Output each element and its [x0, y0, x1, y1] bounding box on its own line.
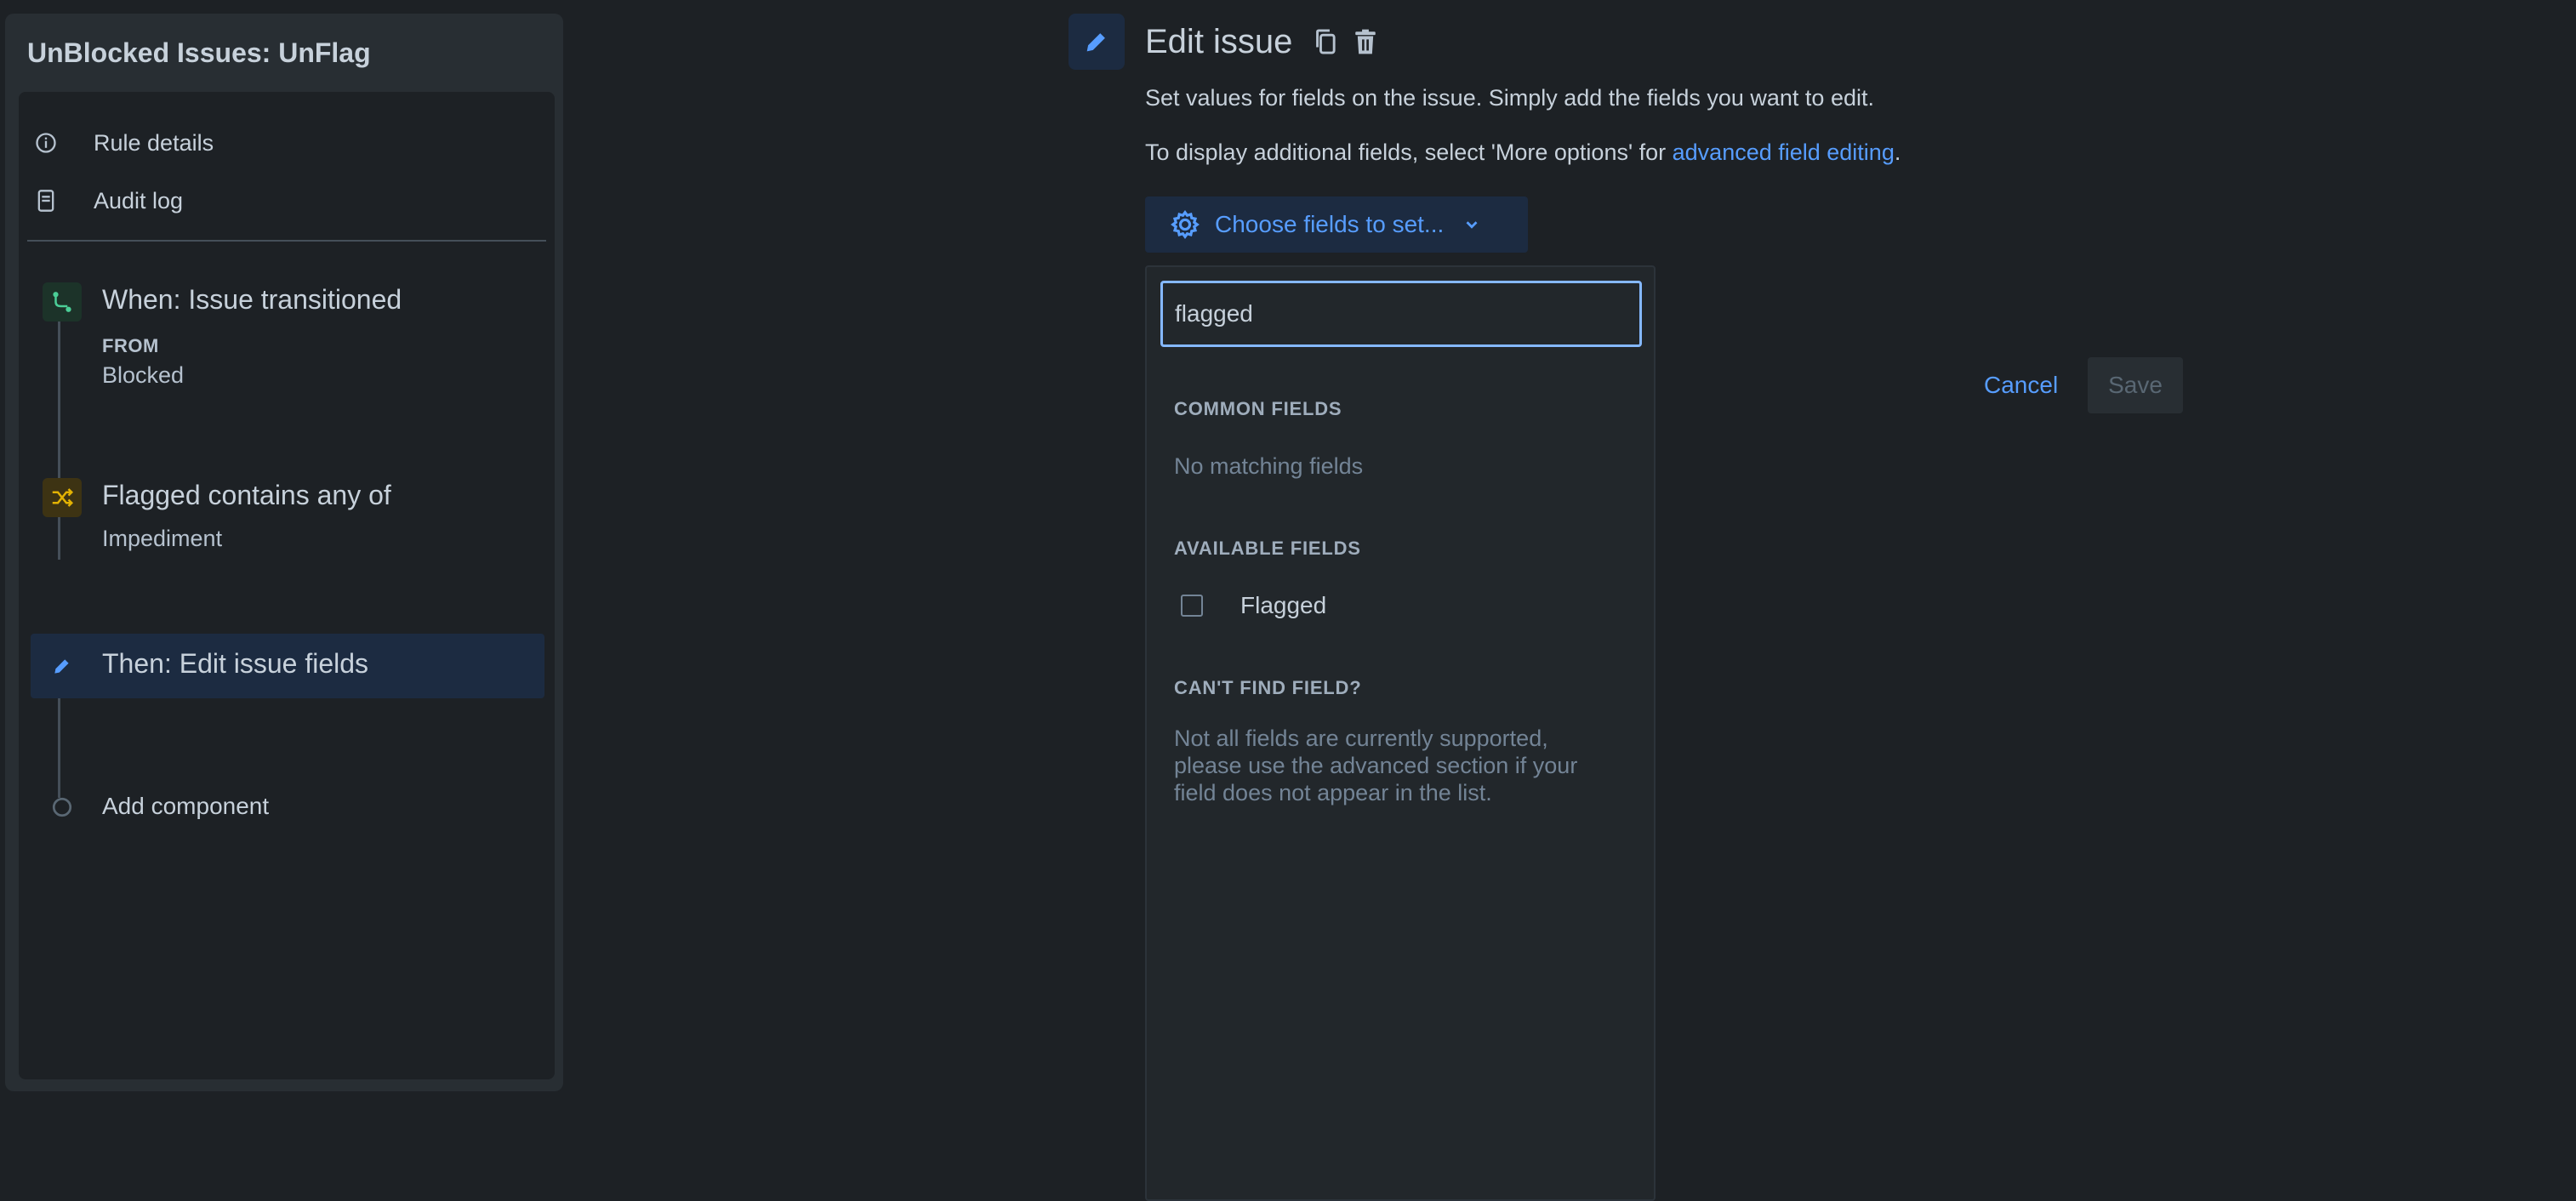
- shuffle-icon: [43, 478, 82, 517]
- edit-description: Set values for fields on the issue. Simp…: [1145, 85, 1874, 111]
- trigger-from-label: FROM: [102, 335, 159, 356]
- flow-connector: [58, 697, 60, 798]
- cancel-button[interactable]: Cancel: [1972, 357, 2070, 413]
- add-component-label: Add component: [102, 793, 270, 819]
- choose-fields-label: Choose fields to set...: [1215, 211, 1445, 237]
- pencil-icon: [1069, 14, 1125, 70]
- action-title: Then: Edit issue fields: [102, 648, 369, 679]
- condition-step[interactable]: Flagged contains any of Impediment: [37, 478, 548, 572]
- info-icon: [31, 128, 61, 158]
- nav-audit-log-label: Audit log: [94, 187, 184, 213]
- trigger-step[interactable]: When: Issue transitioned FROM Blocked: [37, 282, 548, 410]
- nav-rule-details[interactable]: Rule details: [31, 122, 214, 163]
- nav-audit-log[interactable]: Audit log: [31, 180, 183, 221]
- page-title: Edit issue: [1145, 22, 1293, 60]
- field-search-input[interactable]: [1160, 281, 1642, 347]
- edit-issue-header: Edit issue: [1069, 14, 1388, 70]
- gear-icon: [1169, 208, 1201, 241]
- empty-circle-icon: [43, 788, 82, 827]
- branch-icon: [43, 282, 82, 322]
- fields-dropdown: COMMON FIELDS No matching fields AVAILAB…: [1145, 265, 1656, 1201]
- rule-sidebar: UnBlocked Issues: UnFlag Rule details Au…: [5, 14, 563, 1091]
- no-matching-fields: No matching fields: [1174, 453, 1364, 479]
- action-step[interactable]: Then: Edit issue fields: [37, 646, 548, 689]
- trigger-from-value: Blocked: [102, 362, 185, 388]
- document-icon: [31, 185, 61, 216]
- advanced-field-editing-link[interactable]: advanced field editing: [1673, 139, 1895, 165]
- cant-find-heading: CAN'T FIND FIELD?: [1174, 677, 1362, 698]
- trigger-title: When: Issue transitioned: [102, 284, 402, 315]
- more-options-text: To display additional fields, select 'Mo…: [1145, 139, 1901, 166]
- pencil-icon: [43, 646, 82, 686]
- cant-find-line: field does not appear in the list.: [1174, 780, 1492, 805]
- chevron-down-icon: [1462, 215, 1481, 234]
- field-option-label: Flagged: [1240, 592, 1327, 618]
- more-options-prefix: To display additional fields, select 'Mo…: [1145, 139, 1673, 165]
- available-fields-heading: AVAILABLE FIELDS: [1174, 538, 1361, 559]
- field-option-flagged[interactable]: Flagged: [1181, 589, 1326, 623]
- more-options-suffix: .: [1894, 139, 1901, 165]
- trash-icon[interactable]: [1348, 25, 1382, 59]
- add-component[interactable]: Add component: [37, 788, 548, 827]
- divider: [27, 240, 546, 242]
- nav-rule-details-label: Rule details: [94, 129, 214, 156]
- condition-value: Impediment: [102, 526, 223, 551]
- rule-outline: Rule details Audit log When: Issue trans…: [19, 92, 555, 1079]
- condition-title: Flagged contains any of: [102, 480, 391, 510]
- common-fields-heading: COMMON FIELDS: [1174, 398, 1342, 419]
- choose-fields-button[interactable]: Choose fields to set...: [1145, 196, 1528, 253]
- save-button[interactable]: Save: [2088, 357, 2183, 413]
- cant-find-line: please use the advanced section if your: [1174, 753, 1578, 778]
- rule-title: UnBlocked Issues: UnFlag: [27, 37, 371, 68]
- cant-find-help: Not all fields are currently supported, …: [1174, 725, 1577, 806]
- flagged-checkbox[interactable]: [1181, 595, 1203, 617]
- cant-find-line: Not all fields are currently supported,: [1174, 726, 1548, 751]
- copy-icon[interactable]: [1309, 25, 1343, 59]
